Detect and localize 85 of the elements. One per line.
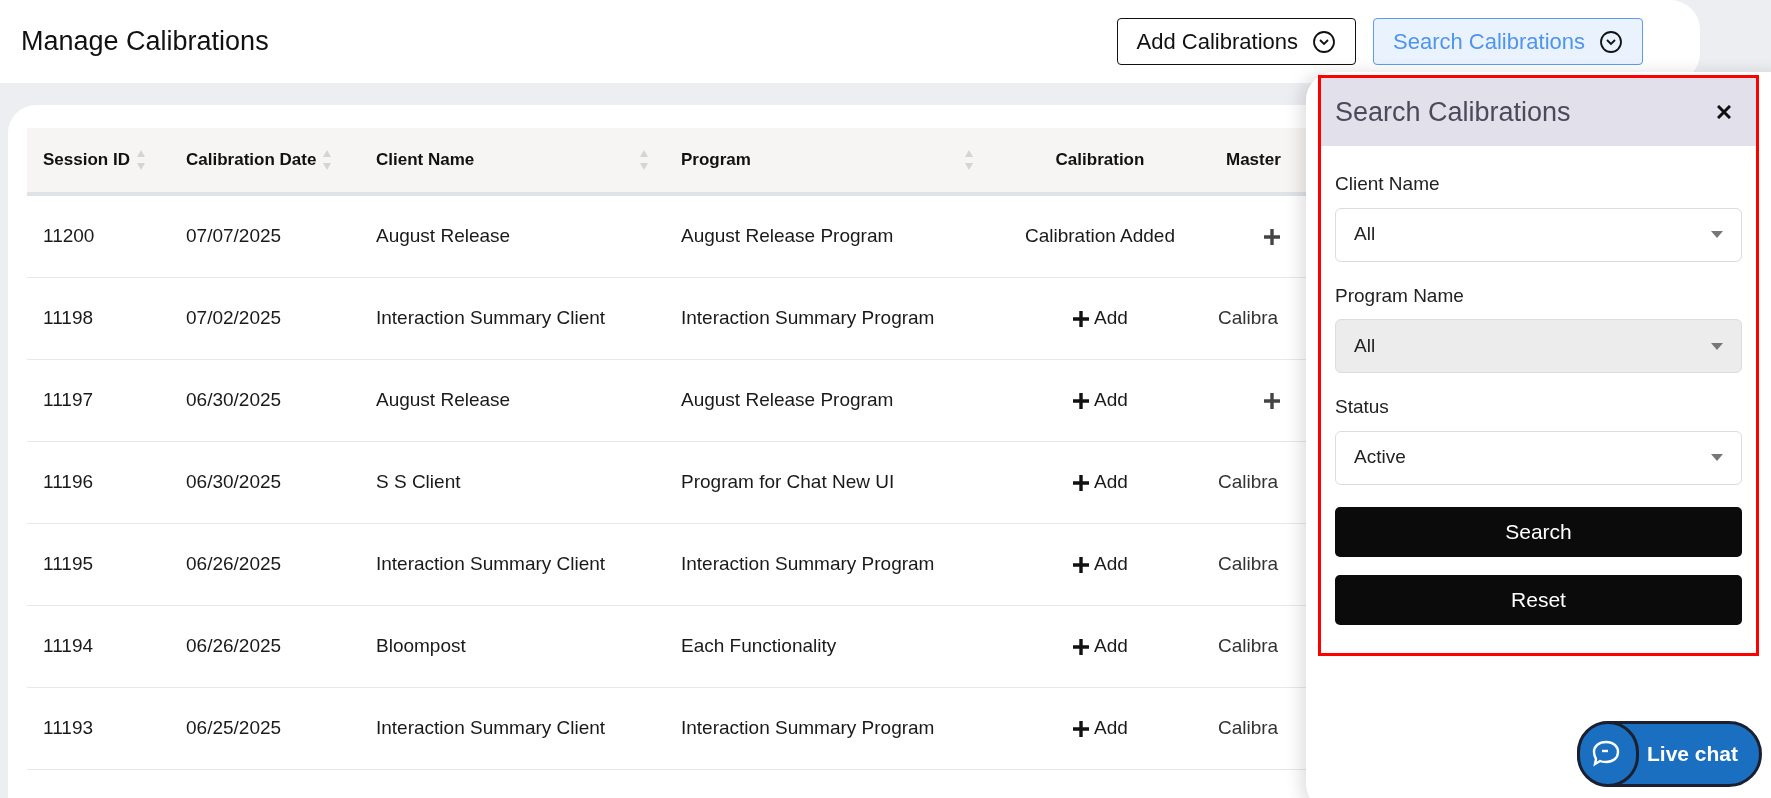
table-cell-text: S S Client — [375, 470, 462, 495]
table-cell-text: Each Functionality — [680, 634, 838, 659]
page-title: Manage Calibrations — [21, 25, 269, 59]
table-cell-text: August Release Program — [680, 224, 895, 249]
column-label: Client Name — [376, 149, 475, 172]
column-header[interactable]: Client Name — [360, 128, 665, 192]
plus-icon — [1263, 227, 1281, 246]
plus-icon — [1072, 391, 1091, 410]
table-cell-text: 06/26/2025 — [185, 634, 283, 659]
caret-icon — [1711, 231, 1723, 238]
plus-icon — [1263, 391, 1281, 410]
table-cell-text: 07/02/2025 — [185, 306, 283, 331]
table-cell-text: Calibra — [1218, 470, 1279, 495]
table-cell-text: 06/30/2025 — [185, 388, 283, 413]
close-icon — [1717, 105, 1731, 119]
table-cell-text: Calibra — [1218, 634, 1279, 659]
table-cell-text: Interaction Summary Program — [680, 552, 936, 577]
table-cell-text: Calibra — [1218, 716, 1279, 741]
table-cell-text: August Release — [375, 224, 512, 249]
column-header[interactable]: Master — [1210, 128, 1328, 192]
caret-icon — [1711, 454, 1723, 461]
select-value: All — [1354, 333, 1376, 358]
sort-icon[interactable] — [135, 149, 146, 171]
table-cell-text: 11197 — [42, 388, 94, 413]
column-header[interactable]: Program — [665, 128, 990, 192]
chevron-down-circle-icon — [1599, 29, 1623, 54]
action-button[interactable]: Reset — [1335, 574, 1742, 625]
column-label: Program — [681, 149, 751, 172]
plus-icon — [1072, 719, 1091, 738]
panel-title: Search Calibrations — [1335, 95, 1571, 129]
field-label: Client Name — [1335, 172, 1441, 196]
add-button[interactable]: Add — [1072, 550, 1128, 579]
add-button[interactable]: Add — [1072, 304, 1128, 333]
live-chat-button[interactable]: Live chat — [1577, 721, 1762, 787]
table-cell-text: 11196 — [42, 470, 94, 495]
plus-icon — [1072, 473, 1091, 492]
table-cell-text: Interaction Summary Program — [680, 716, 936, 741]
table-cell-text: 11200 — [42, 224, 96, 249]
table-cell-text: Interaction Summary Program — [680, 306, 936, 331]
column-label: Calibration Date — [186, 149, 317, 172]
plus-icon — [1072, 555, 1091, 574]
sort-icon[interactable] — [322, 149, 333, 171]
column-header[interactable]: Calibration — [990, 128, 1210, 192]
live-chat-label: Live chat — [1647, 741, 1739, 768]
table-cell-text: August Release — [375, 388, 512, 413]
sort-icon[interactable] — [639, 149, 649, 171]
table-cell-text: Calibration Added — [1025, 224, 1175, 249]
select-value: All — [1354, 222, 1376, 247]
table-cell-text: 07/07/2025 — [185, 224, 283, 249]
column-header[interactable]: Session ID — [27, 128, 170, 192]
column-label: Master — [1226, 149, 1281, 172]
field-label: Program Name — [1335, 283, 1465, 308]
table-cell-text: Interaction Summary Client — [375, 306, 607, 331]
table-cell-text: 11194 — [42, 634, 94, 659]
dropdown-button[interactable]: Add Calibrations — [1116, 18, 1356, 65]
add-button[interactable]: Add — [1072, 386, 1128, 415]
add-button[interactable]: Add — [1072, 468, 1128, 497]
column-label: Calibration — [1055, 149, 1145, 172]
field-label: Status — [1335, 395, 1390, 419]
caret-icon — [1711, 342, 1723, 350]
select-value: Active — [1354, 445, 1406, 470]
table-cell-text: 11193 — [42, 716, 94, 741]
chevron-down-circle-icon — [1312, 29, 1336, 54]
table-cell-text: Interaction Summary Client — [375, 716, 607, 741]
action-button[interactable]: Search — [1335, 506, 1742, 557]
table-cell-text: 11198 — [42, 306, 94, 331]
table-cell-text: Calibra — [1218, 306, 1279, 331]
sort-icon[interactable] — [964, 149, 974, 171]
column-header[interactable]: Calibration Date — [170, 128, 360, 192]
column-label: Session ID — [43, 149, 130, 172]
table-cell-text: 06/25/2025 — [185, 716, 283, 741]
plus-icon — [1072, 309, 1091, 328]
select-field[interactable]: Active — [1335, 430, 1742, 485]
table-cell-text: 11195 — [42, 552, 94, 577]
table-cell-text: 06/30/2025 — [185, 470, 283, 495]
table-cell-text: August Release Program — [680, 388, 895, 413]
add-button[interactable]: Add — [1072, 714, 1128, 743]
table-cell-text: Program for Chat New UI — [680, 470, 896, 495]
add-button[interactable]: Add — [1072, 632, 1128, 661]
table-cell-text: Calibra — [1218, 552, 1279, 577]
select-field[interactable]: All — [1335, 207, 1742, 262]
table-cell-text: Interaction Summary Client — [375, 552, 607, 577]
table-cell-text: 06/26/2025 — [185, 552, 283, 577]
plus-icon — [1072, 637, 1091, 656]
table-cell-text: Bloompost — [375, 634, 467, 659]
